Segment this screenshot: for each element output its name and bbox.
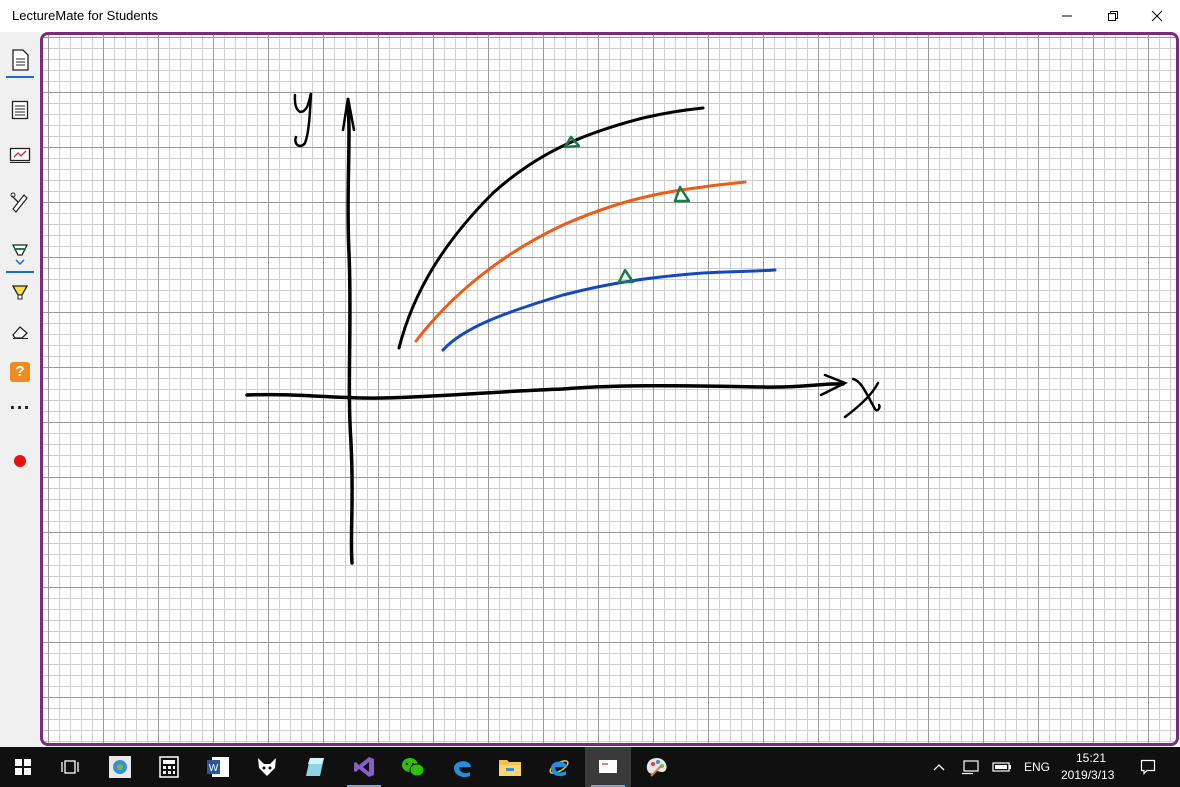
fox-app-icon <box>258 758 276 776</box>
more-button[interactable]: ··· <box>4 391 36 423</box>
paint-app-button[interactable] <box>634 747 680 787</box>
x-label-glyph <box>843 377 881 419</box>
show-hidden-icons-button[interactable] <box>928 747 950 787</box>
battery-icon <box>992 762 1011 772</box>
orange-curve <box>414 180 747 343</box>
highlighter-button[interactable] <box>4 276 36 308</box>
visual-studio-app-button[interactable] <box>341 747 387 787</box>
word-icon: W <box>207 757 229 777</box>
slide-board-button[interactable] <box>4 139 36 171</box>
pen-settings-icon <box>10 192 28 213</box>
slide-board-icon <box>9 147 31 163</box>
document-button[interactable] <box>4 44 36 78</box>
network-button[interactable] <box>958 747 982 787</box>
file-explorer-icon <box>499 760 521 776</box>
edge-app-button[interactable] <box>439 747 485 787</box>
record-dot-icon <box>14 455 26 467</box>
help-button[interactable]: ? <box>4 356 36 388</box>
edge-icon <box>454 761 471 778</box>
battery-button[interactable] <box>990 747 1014 787</box>
notebook-button[interactable] <box>4 94 36 126</box>
lecturemate-app-button[interactable] <box>585 747 631 787</box>
ink-canvas[interactable] <box>40 32 1179 746</box>
svg-text:W: W <box>209 763 219 774</box>
start-icon <box>15 759 31 775</box>
notification-icon <box>1140 759 1156 775</box>
blue-curve <box>441 268 777 352</box>
notes-app-icon <box>306 758 324 776</box>
calculator-app-button[interactable] <box>146 747 192 787</box>
paint-icon <box>646 758 667 777</box>
start-button[interactable] <box>0 747 46 787</box>
taskbar: W ENG 15:21 2019/3/13 <box>0 747 1180 787</box>
pen-settings-button[interactable] <box>4 186 36 218</box>
task-view-button[interactable] <box>47 747 93 787</box>
notes-app-button[interactable] <box>292 747 338 787</box>
record-button[interactable] <box>4 445 36 477</box>
wechat-icon <box>402 758 425 777</box>
ink-layer <box>245 92 881 565</box>
question-icon: ? <box>10 362 30 382</box>
network-icon <box>962 760 979 775</box>
calculator-icon <box>159 756 179 778</box>
chevron-up-icon <box>933 764 945 771</box>
restore-icon <box>1108 11 1118 21</box>
black-curve <box>397 106 705 350</box>
document-icon <box>12 49 29 71</box>
wechat-app-button[interactable] <box>390 747 436 787</box>
photos-app-button[interactable] <box>97 747 143 787</box>
clock-time[interactable]: 15:21 <box>1076 751 1106 765</box>
photos-icon <box>109 756 131 778</box>
highlighter-icon <box>11 285 29 300</box>
clock-date[interactable]: 2019/3/13 <box>1061 768 1114 782</box>
window-title: LectureMate for Students <box>12 8 158 23</box>
pen-button[interactable] <box>4 239 36 273</box>
close-icon <box>1151 10 1163 22</box>
title-bar: LectureMate for Students <box>0 0 1180 32</box>
y-label-glyph <box>293 92 313 148</box>
ellipsis-icon: ··· <box>9 397 31 417</box>
action-center-button[interactable] <box>1136 747 1160 787</box>
pen-icon <box>11 244 29 266</box>
minimize-icon <box>1062 15 1072 17</box>
language-indicator[interactable]: ENG <box>1024 760 1050 774</box>
y-axis-stroke <box>346 101 354 565</box>
x-axis-stroke <box>245 382 845 400</box>
notebook-icon <box>11 100 29 120</box>
lecturemate-icon <box>599 760 617 773</box>
eraser-button[interactable] <box>4 316 36 348</box>
fox-app-button[interactable] <box>244 747 290 787</box>
minimize-button[interactable] <box>1044 0 1090 32</box>
eraser-icon <box>12 326 28 339</box>
file-explorer-app-button[interactable] <box>487 747 533 787</box>
close-button[interactable] <box>1134 0 1180 32</box>
internet-explorer-icon <box>549 760 569 777</box>
visual-studio-icon <box>354 757 374 777</box>
restore-button[interactable] <box>1090 0 1136 32</box>
word-app-button[interactable]: W <box>195 747 241 787</box>
task-view-icon <box>61 760 79 774</box>
internet-explorer-app-button[interactable] <box>536 747 582 787</box>
left-toolbar: ? ··· <box>0 32 40 747</box>
